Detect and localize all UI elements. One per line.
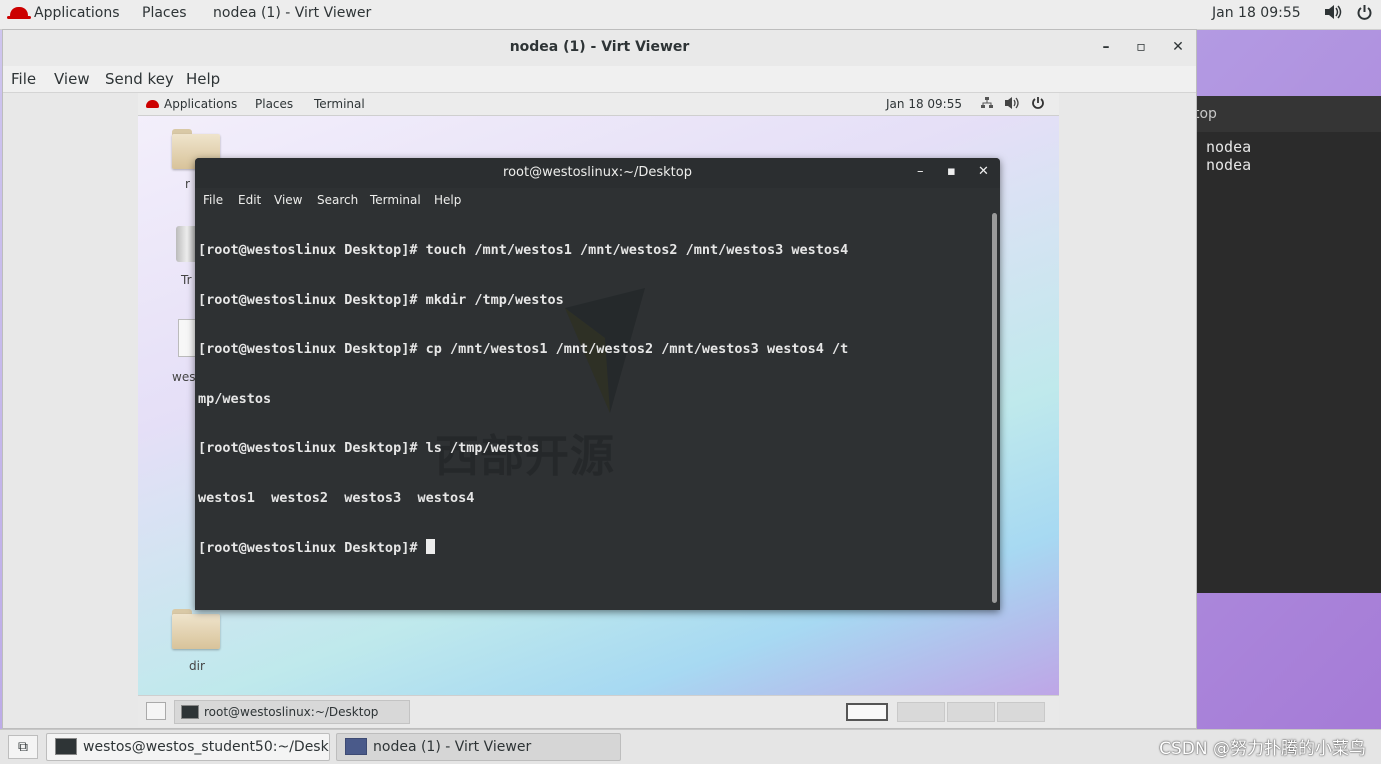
guest-power-icon[interactable] <box>1031 96 1045 113</box>
terminal-line: westos1 westos2 westos3 westos4 <box>198 489 475 506</box>
dir-folder-icon[interactable] <box>172 609 220 649</box>
terminal-prompt-line[interactable]: [root@westoslinux Desktop]# <box>198 539 988 557</box>
guest-clock[interactable]: Jan 18 09:55 <box>886 97 962 111</box>
menu-send-key[interactable]: Send key <box>105 70 174 88</box>
terminal-close-button[interactable]: ✕ <box>978 164 989 179</box>
output-line: nodea <box>1206 156 1252 174</box>
window-title: nodea (1) - Virt Viewer <box>509 39 690 55</box>
workspace-2[interactable] <box>897 702 945 722</box>
terminal-titlebar[interactable]: root@westoslinux:~/Desktop <box>195 158 1000 188</box>
redhat-logo-icon <box>7 6 31 19</box>
background-terminal-window[interactable]: top nodea nodea <box>1194 96 1381 593</box>
terminal-line: mp/westos <box>198 390 272 407</box>
monitor-icon <box>345 737 367 755</box>
menu-file[interactable]: File <box>11 70 36 88</box>
output-line: nodea <box>1206 138 1252 156</box>
menu-bar: File View Send key Help <box>3 66 1196 93</box>
terminal-maximize-button[interactable]: ▪ <box>947 164 956 179</box>
terminal-minimize-button[interactable]: – <box>917 164 924 179</box>
csdn-watermark: CSDN @努力扑腾的小菜鸟 <box>1159 739 1366 759</box>
minimize-button[interactable]: – <box>1095 36 1117 58</box>
terminal-icon <box>55 737 77 755</box>
close-button[interactable]: ✕ <box>1167 36 1189 58</box>
terminal-line: [root@westoslinux Desktop]# mkdir /tmp/w… <box>198 291 564 308</box>
terminal-icon <box>181 704 199 719</box>
background-terminal-title: top <box>1194 106 1217 122</box>
network-icon[interactable] <box>980 96 994 113</box>
redhat-logo-icon <box>146 99 159 108</box>
workspace-3[interactable] <box>947 702 995 722</box>
terminal-prompt: [root@westoslinux Desktop]# <box>198 540 426 556</box>
terminal-menu-view[interactable]: View <box>274 193 302 207</box>
volume-icon[interactable] <box>1324 4 1342 24</box>
workspace-1[interactable] <box>846 703 888 721</box>
active-window-menu[interactable]: nodea (1) - Virt Viewer <box>213 5 371 21</box>
terminal-menu-terminal[interactable]: Terminal <box>370 193 421 207</box>
maximize-button[interactable]: ▫ <box>1130 36 1152 58</box>
guest-applications-menu[interactable]: Applications <box>146 97 237 111</box>
host-top-bar: Applications Places nodea (1) - Virt Vie… <box>0 0 1381 30</box>
task-westos-terminal[interactable]: westos@westos_student50:~/Desk... <box>46 733 330 761</box>
guest-terminal-menu[interactable]: Terminal <box>314 97 365 111</box>
terminal-line: [root@westoslinux Desktop]# ls /tmp/west… <box>198 440 540 456</box>
terminal-output[interactable]: [root@westoslinux Desktop]# touch /mnt/w… <box>198 209 988 590</box>
applications-menu[interactable]: Applications <box>7 5 120 21</box>
terminal-scrollbar[interactable] <box>992 213 997 603</box>
terminal-menu-bar: File Edit View Search Terminal Help <box>195 189 1000 211</box>
background-terminal-output: nodea nodea <box>1196 132 1381 174</box>
show-desktop-icon[interactable]: ⧉ <box>8 735 38 759</box>
task-virt-viewer[interactable]: nodea (1) - Virt Viewer <box>336 733 621 761</box>
window-titlebar[interactable]: nodea (1) - Virt Viewer <box>3 30 1196 67</box>
power-icon[interactable] <box>1356 4 1373 25</box>
guest-task-terminal[interactable]: root@westoslinux:~/Desktop <box>174 700 410 724</box>
terminal-menu-file[interactable]: File <box>203 193 223 207</box>
clock[interactable]: Jan 18 09:55 <box>1212 5 1301 21</box>
terminal-title: root@westoslinux:~/Desktop <box>503 165 692 180</box>
host-bottom-panel: ⧉ westos@westos_student50:~/Desk... node… <box>0 729 1381 764</box>
background-terminal-header: top <box>1194 96 1381 132</box>
trash-label: Tr <box>181 273 192 287</box>
terminal-menu-search[interactable]: Search <box>317 193 358 207</box>
workspace-4[interactable] <box>997 702 1045 722</box>
home-folder-label: r <box>185 177 190 191</box>
dir-folder-label: dir <box>189 659 205 673</box>
terminal-line: [root@westoslinux Desktop]# cp /mnt/west… <box>198 341 849 357</box>
guest-terminal-window[interactable]: root@westoslinux:~/Desktop – ▪ ✕ File Ed… <box>195 158 1000 610</box>
menu-help[interactable]: Help <box>186 70 220 88</box>
menu-view[interactable]: View <box>54 70 90 88</box>
guest-display[interactable]: Applications Places Terminal Jan 18 09:5… <box>138 93 1059 727</box>
guest-top-bar: Applications Places Terminal Jan 18 09:5… <box>138 93 1059 116</box>
guest-bottom-panel: root@westoslinux:~/Desktop <box>138 695 1059 727</box>
terminal-menu-edit[interactable]: Edit <box>238 193 261 207</box>
guest-volume-icon[interactable] <box>1004 96 1020 113</box>
places-menu[interactable]: Places <box>142 5 187 21</box>
text-cursor <box>425 539 435 554</box>
guest-show-desktop-icon[interactable] <box>146 702 166 720</box>
terminal-line: [root@westoslinux Desktop]# touch /mnt/w… <box>198 242 849 258</box>
guest-places-menu[interactable]: Places <box>255 97 293 111</box>
terminal-menu-help[interactable]: Help <box>434 193 461 207</box>
